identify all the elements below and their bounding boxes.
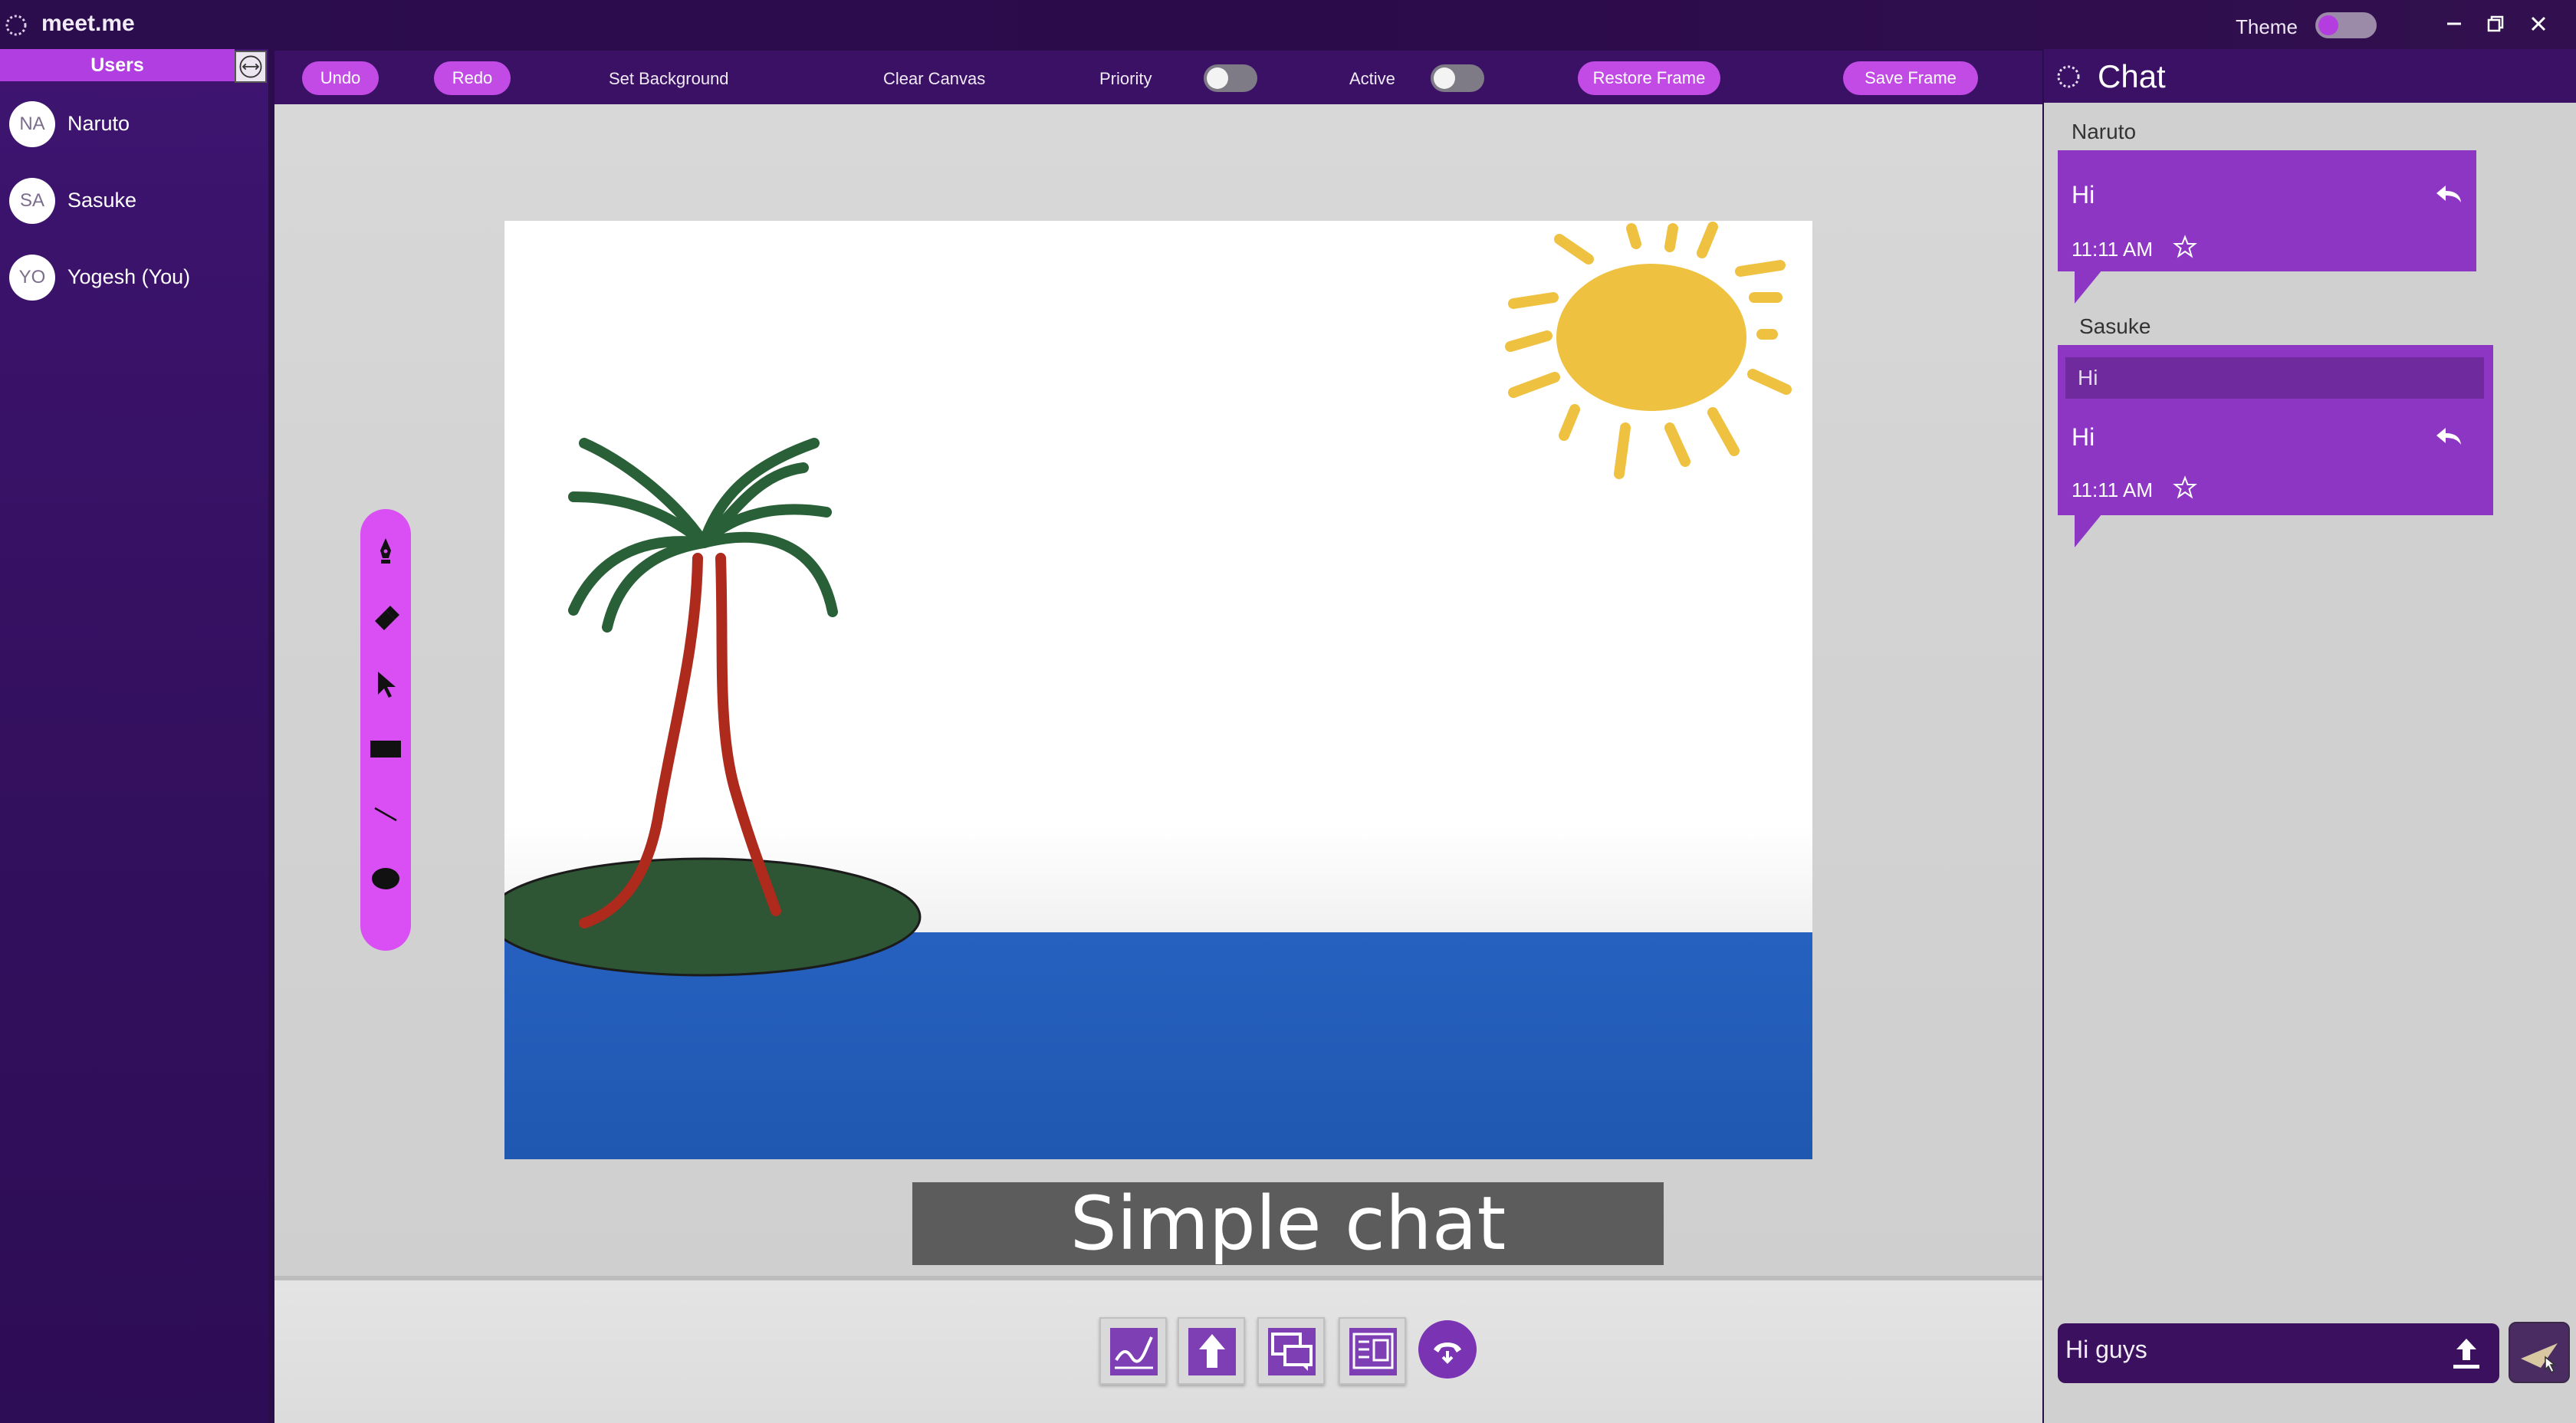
message-time: 11:11 AM — [2072, 238, 2153, 261]
chat-input-value[interactable]: Hi guys — [2065, 1336, 2147, 1364]
reply-quote: Hi — [2065, 357, 2484, 399]
message-text: Hi — [2072, 181, 2095, 209]
leave-call-icon — [1434, 1342, 1461, 1364]
active-toggle[interactable] — [1431, 64, 1484, 92]
chat-logo-icon — [2057, 65, 2080, 88]
whiteboard-icon — [1110, 1328, 1158, 1375]
users-header: Users — [0, 49, 235, 81]
eraser-icon[interactable] — [370, 601, 401, 632]
send-button[interactable] — [2509, 1322, 2570, 1383]
dashboard-icon — [1349, 1328, 1397, 1375]
close-icon[interactable] — [2525, 11, 2551, 37]
upload-icon[interactable] — [2450, 1336, 2482, 1371]
toggle-knob — [1207, 67, 1228, 89]
set-background-button[interactable]: Set Background — [609, 69, 729, 89]
priority-label: Priority — [1099, 69, 1152, 88]
title-bar: meet.me Theme — [0, 0, 2576, 49]
message-time: 11:11 AM — [2072, 478, 2153, 501]
app-logo-icon — [5, 15, 27, 36]
theme-toggle[interactable] — [2315, 12, 2377, 38]
reply-icon[interactable] — [2435, 423, 2463, 448]
island — [486, 857, 922, 977]
leave-call-button[interactable] — [1418, 1320, 1477, 1379]
user-name: Sasuke — [67, 189, 137, 212]
rectangle-icon[interactable] — [370, 733, 401, 764]
star-icon[interactable] — [2173, 235, 2197, 259]
screenshare-icon — [1188, 1328, 1236, 1375]
app-title: meet.me — [41, 11, 135, 36]
undo-button[interactable]: Undo — [302, 61, 379, 95]
minimize-icon[interactable] — [2441, 11, 2467, 37]
avatar: SA — [9, 178, 55, 224]
pen-icon[interactable] — [370, 535, 401, 566]
restore-icon[interactable] — [2482, 11, 2509, 37]
avatar: YO — [9, 255, 55, 301]
reply-icon[interactable] — [2435, 181, 2463, 205]
star-icon[interactable] — [2173, 475, 2197, 500]
user-item[interactable]: YO Yogesh (You) — [9, 255, 262, 301]
toggle-knob — [2318, 15, 2338, 35]
user-item[interactable]: SA Sasuke — [9, 178, 262, 224]
whiteboard-button[interactable] — [1099, 1317, 1167, 1385]
restore-frame-button[interactable]: Restore Frame — [1578, 61, 1720, 95]
priority-toggle[interactable] — [1204, 64, 1257, 92]
ellipse-icon[interactable] — [370, 863, 401, 894]
tool-palette — [360, 509, 411, 951]
expand-icon[interactable] — [235, 51, 267, 83]
user-name: Naruto — [67, 112, 130, 135]
redo-button[interactable]: Redo — [434, 61, 511, 95]
clear-canvas-button[interactable]: Clear Canvas — [883, 69, 985, 89]
active-label: Active — [1349, 69, 1395, 88]
avatar: NA — [9, 101, 55, 147]
message-tail — [2075, 514, 2102, 547]
caption-overlay: Simple chat message — [912, 1182, 1664, 1348]
message-sender: Sasuke — [2079, 314, 2151, 338]
message-text: Hi — [2072, 423, 2095, 451]
drawing-canvas[interactable] — [486, 221, 1812, 1159]
line-icon[interactable] — [370, 799, 401, 830]
users-panel: Users NA Naruto SA Sasuke YO Yogesh (You… — [0, 49, 268, 1423]
select-icon[interactable] — [370, 669, 401, 699]
user-name: Yogesh (You) — [67, 265, 191, 288]
theme-label: Theme — [2236, 15, 2298, 38]
message-tail — [2075, 270, 2102, 304]
whiteboard-toolbar: Undo Redo Set Background Clear Canvas Pr… — [274, 51, 2042, 104]
toggle-knob — [1434, 67, 1455, 89]
send-icon — [2521, 1343, 2558, 1374]
message-sender: Naruto — [2072, 120, 2137, 143]
chat-button[interactable] — [1257, 1317, 1325, 1385]
save-frame-button[interactable]: Save Frame — [1843, 61, 1978, 95]
drawing — [486, 221, 1812, 1159]
chat-icon — [1268, 1328, 1316, 1375]
screenshare-button[interactable] — [1178, 1317, 1245, 1385]
chat-title: Chat — [2098, 58, 2166, 94]
user-item[interactable]: NA Naruto — [9, 101, 262, 147]
dashboard-button[interactable] — [1339, 1317, 1406, 1385]
